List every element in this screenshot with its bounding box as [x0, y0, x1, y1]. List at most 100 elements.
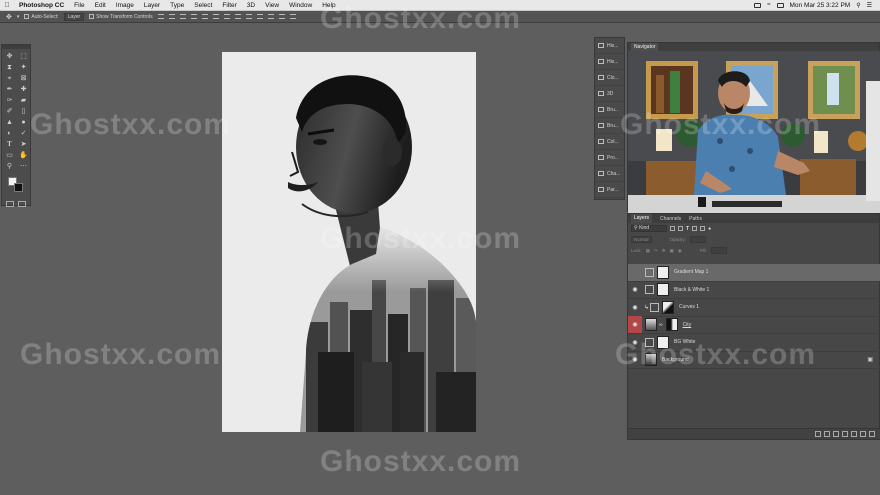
- menu-image[interactable]: Image: [111, 2, 139, 9]
- tab-navigator[interactable]: Navigator: [631, 43, 659, 51]
- fx-icon[interactable]: [824, 431, 830, 437]
- menu-list-icon[interactable]: ☰: [867, 2, 872, 9]
- align-right-icon[interactable]: [212, 14, 219, 19]
- battery-icon[interactable]: [776, 2, 784, 8]
- distribute-bottom-icon[interactable]: [245, 14, 252, 19]
- eye-icon[interactable]: ◉: [628, 316, 642, 334]
- auto-select-checkbox[interactable]: Auto-Select:: [24, 14, 59, 20]
- eyedropper-tool-icon[interactable]: ✒: [3, 84, 16, 94]
- layer-row-curves[interactable]: ◉ ↳ Curves 1: [628, 299, 880, 317]
- distribute-middle-icon[interactable]: [234, 14, 241, 19]
- menu-help[interactable]: Help: [317, 2, 340, 9]
- link-layers-icon[interactable]: [815, 431, 821, 437]
- layer-name[interactable]: Curves 1: [679, 304, 699, 310]
- app-menu[interactable]: Photoshop CC: [14, 2, 69, 9]
- crop-tool-icon[interactable]: ⌖: [3, 73, 16, 83]
- align-bottom-icon[interactable]: [179, 14, 186, 19]
- panel-color[interactable]: Col...: [595, 134, 624, 150]
- layer-mask-thumbnail[interactable]: [662, 300, 675, 314]
- blur-tool-icon[interactable]: ●: [17, 117, 30, 127]
- lock-artboard-icon[interactable]: ▣: [670, 248, 674, 254]
- quick-select-tool-icon[interactable]: ✦: [17, 62, 30, 72]
- layer-name[interactable]: Black & White 1: [674, 287, 709, 293]
- move-tool-icon[interactable]: ✥: [6, 13, 12, 21]
- opacity-input[interactable]: [690, 236, 707, 243]
- filter-shape-icon[interactable]: [692, 226, 698, 231]
- healing-brush-tool-icon[interactable]: ✚: [17, 84, 30, 94]
- new-layer-icon[interactable]: [860, 431, 866, 437]
- layer-name[interactable]: Gradient Map 1: [674, 269, 708, 275]
- layer-row-bg-white[interactable]: ◉ BG White: [628, 334, 880, 352]
- menu-select[interactable]: Select: [189, 2, 217, 9]
- menu-edit[interactable]: Edit: [90, 2, 111, 9]
- layer-thumbnail[interactable]: [645, 318, 657, 332]
- fill-input[interactable]: [710, 247, 727, 254]
- auto-align-icon[interactable]: [289, 14, 296, 19]
- transform-controls-checkbox[interactable]: Show Transform Controls: [89, 14, 153, 20]
- pen-tool-icon[interactable]: ✓: [17, 128, 30, 138]
- distribute-right-icon[interactable]: [278, 14, 285, 19]
- menu-window[interactable]: Window: [284, 2, 317, 9]
- tab-paths[interactable]: Paths: [689, 216, 702, 222]
- panel-history[interactable]: His...: [595, 38, 624, 54]
- marquee-tool-icon[interactable]: ⬚: [17, 51, 30, 61]
- eye-icon[interactable]: ◉: [628, 351, 642, 368]
- panel-3d[interactable]: 3D: [595, 86, 624, 102]
- panel-clone-source[interactable]: Clo...: [595, 70, 624, 86]
- search-icon[interactable]: ⚲: [856, 2, 860, 9]
- visibility-toggle-empty[interactable]: [628, 264, 642, 281]
- shape-tool-icon[interactable]: ▭: [3, 150, 16, 160]
- screen-mode-icon[interactable]: [18, 201, 26, 207]
- apple-icon[interactable]: : [0, 2, 14, 9]
- layer-mask-thumbnail[interactable]: [657, 335, 669, 349]
- layer-name[interactable]: City: [683, 322, 692, 328]
- eye-icon[interactable]: ◉: [628, 281, 642, 298]
- filter-adjustment-icon[interactable]: [678, 226, 683, 231]
- distribute-center-icon[interactable]: [267, 14, 274, 19]
- layer-mask-thumbnail[interactable]: [657, 283, 669, 297]
- auto-select-dropdown[interactable]: Layer: [63, 12, 85, 21]
- align-center-icon[interactable]: [201, 14, 208, 19]
- filter-smart-object-icon[interactable]: [700, 226, 706, 231]
- more-tools-icon[interactable]: ⋯: [17, 161, 30, 171]
- new-adjustment-icon[interactable]: [842, 431, 848, 437]
- align-left-icon[interactable]: [190, 14, 197, 19]
- layer-row-city[interactable]: ◉ ∞ City: [628, 316, 880, 334]
- lock-all-icon[interactable]: ◉: [678, 248, 682, 254]
- panel-brush-settings[interactable]: Bru...: [595, 102, 624, 118]
- menu-3d[interactable]: 3D: [242, 2, 260, 9]
- menu-view[interactable]: View: [260, 2, 284, 9]
- menu-type[interactable]: Type: [165, 2, 189, 9]
- panel-brushes[interactable]: Bru...: [595, 118, 624, 134]
- path-select-tool-icon[interactable]: ➤: [17, 139, 30, 149]
- frame-tool-icon[interactable]: ⊠: [17, 73, 30, 83]
- move-tool-icon[interactable]: ✥: [3, 51, 16, 61]
- zoom-tool-icon[interactable]: ⚲: [3, 161, 16, 171]
- trash-icon[interactable]: [869, 431, 875, 437]
- clone-stamp-tool-icon[interactable]: ▰: [17, 95, 30, 105]
- layer-mask-thumbnail[interactable]: [665, 318, 678, 332]
- blend-mode-dropdown[interactable]: Normal: [631, 236, 652, 243]
- align-middle-icon[interactable]: [168, 14, 175, 19]
- eye-icon[interactable]: ◉: [628, 299, 642, 316]
- filter-toggle-icon[interactable]: ●: [708, 226, 711, 232]
- panel-paragraph[interactable]: Par...: [595, 182, 624, 198]
- hand-tool-icon[interactable]: ✋: [17, 150, 30, 160]
- new-group-icon[interactable]: [851, 431, 857, 437]
- lock-image-icon[interactable]: ✑: [654, 248, 658, 254]
- layer-row-gradient-map[interactable]: Gradient Map 1: [628, 264, 880, 282]
- menu-filter[interactable]: Filter: [217, 2, 241, 9]
- layer-name[interactable]: Background: [662, 357, 689, 363]
- wifi-icon[interactable]: ≈: [767, 2, 770, 8]
- menu-layer[interactable]: Layer: [139, 2, 165, 9]
- history-brush-tool-icon[interactable]: ✐: [3, 106, 16, 116]
- background-color-swatch[interactable]: [14, 183, 23, 192]
- filter-type-icon[interactable]: T: [686, 226, 689, 232]
- lock-icon[interactable]: ▣: [867, 356, 873, 363]
- tab-channels[interactable]: Channels: [660, 216, 681, 222]
- screen-icon[interactable]: [754, 2, 762, 8]
- tab-layers[interactable]: Layers: [631, 214, 653, 223]
- eraser-tool-icon[interactable]: ▯: [17, 106, 30, 116]
- distribute-left-icon[interactable]: [256, 14, 263, 19]
- eye-icon[interactable]: ◉: [628, 334, 642, 351]
